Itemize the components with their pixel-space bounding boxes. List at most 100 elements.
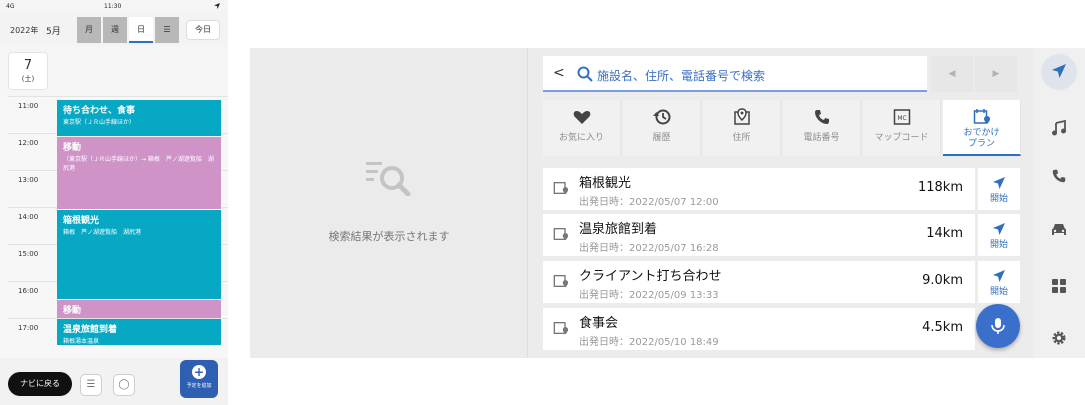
outing-plan-icon <box>553 182 569 195</box>
outing-plan-icon <box>553 322 569 335</box>
result-name: クライアント打ち合わせ <box>579 269 722 284</box>
start-route-button[interactable]: 開始 <box>978 261 1020 303</box>
apps-grid-icon <box>1052 279 1066 293</box>
view-list-button[interactable]: ☰ <box>155 17 179 43</box>
time-label: 15:00 <box>18 250 39 258</box>
phone-calendar-app: 4G 11:30 2022年 5月 月 週 日 ☰ 今日 7 (土) 11:00… <box>0 0 228 405</box>
mapcode-icon: MC <box>893 109 910 125</box>
selected-day[interactable]: 7 (土) <box>8 52 48 90</box>
start-route-button[interactable]: 開始 <box>978 168 1020 210</box>
tab-mapcode[interactable]: MC マップコード <box>863 100 941 156</box>
phone-icon <box>814 110 829 124</box>
address-pin-icon <box>733 108 750 125</box>
side-nav-apps[interactable] <box>1041 268 1077 304</box>
time-label: 11:00 <box>18 102 39 110</box>
music-note-icon <box>1052 119 1066 136</box>
day-number: 7 <box>23 58 33 73</box>
calendar-event[interactable]: 移動 <box>57 300 221 318</box>
view-week-button[interactable]: 週 <box>103 17 127 43</box>
settings-gear-icon <box>1052 331 1066 345</box>
status-time: 11:30 <box>104 3 122 10</box>
search-category-tabs: お気に入り 履歴 住所 電話番号 MC マップコード おでかけ プラン <box>543 100 1021 156</box>
search-bar[interactable]: < 施設名、住所、電話番号で検索 <box>543 56 927 92</box>
search-input[interactable]: 施設名、住所、電話番号で検索 <box>597 67 765 84</box>
tab-label: 住所 <box>732 133 751 143</box>
event-title: 待ち合わせ、食事 <box>63 106 136 116</box>
calendar-event[interactable]: 待ち合わせ、食事 東京駅（ＪＲ山手線ほか） <box>57 100 221 136</box>
tab-label: おでかけ プラン <box>963 128 1000 149</box>
event-location: 東京駅（ＪＲ山手線ほか） <box>63 119 136 126</box>
result-name: 箱根観光 <box>579 176 632 191</box>
location-icon <box>214 3 220 11</box>
calendar-event[interactable]: 温泉旅館到着 箱根湯本温泉 <box>57 319 221 345</box>
plan-result-row[interactable]: クライアント打ち合わせ 出発日時：2022/05/09 13:33 9.0km <box>543 261 975 303</box>
back-chevron-icon[interactable]: < <box>553 65 565 81</box>
result-departure: 出発日時：2022/05/09 13:33 <box>579 290 719 301</box>
calendar-event[interactable]: 移動 （東京駅（ＪＲ山手線ほか）→ 箱根 芦ノ湖遊覧船 湖尻港 <box>57 137 221 209</box>
side-nav-car[interactable] <box>1041 212 1077 248</box>
car-icon <box>1052 224 1066 235</box>
start-label: 開始 <box>989 240 1008 250</box>
calendar-month[interactable]: 5月 <box>46 24 61 37</box>
time-label: 14:00 <box>18 213 39 221</box>
add-event-button[interactable]: + 予定を追加 <box>180 360 218 398</box>
refresh-icon: ◯ <box>118 379 130 390</box>
start-route-button[interactable]: 開始 <box>978 214 1020 256</box>
menu-icon: ☰ <box>86 379 96 390</box>
side-nav-settings[interactable] <box>1041 320 1077 356</box>
search-icon <box>577 66 593 82</box>
list-menu-button[interactable]: ☰ <box>80 374 102 396</box>
calendar-header: 2022年 5月 月 週 日 ☰ 今日 <box>0 13 228 45</box>
calendar-year: 2022年 <box>10 26 39 35</box>
phone-bottom-bar: ナビに戻る ☰ ◯ + 予定を追加 <box>0 358 228 405</box>
tab-favorites[interactable]: お気に入り <box>543 100 621 156</box>
side-nav-phone[interactable] <box>1041 158 1077 194</box>
result-departure: 出発日時：2022/05/10 18:49 <box>579 337 719 348</box>
view-day-button[interactable]: 日 <box>129 17 153 43</box>
navigation-arrow-icon <box>1052 64 1066 78</box>
side-nav-music[interactable] <box>1041 110 1077 146</box>
tab-history[interactable]: 履歴 <box>623 100 701 156</box>
car-navigation-screen: 検索結果が表示されます < 施設名、住所、電話番号で検索 ◀ ▶ お気に入り 履… <box>250 48 1085 358</box>
next-page-button[interactable]: ▶ <box>975 56 1017 92</box>
event-location: 箱根 芦ノ湖遊覧船 湖尻港 <box>63 229 142 236</box>
history-icon <box>652 109 670 125</box>
outing-plan-icon <box>553 275 569 288</box>
time-label: 13:00 <box>18 176 39 184</box>
tab-phone-number[interactable]: 電話番号 <box>783 100 861 156</box>
result-distance: 4.5km <box>922 320 963 335</box>
event-location: 箱根湯本温泉 <box>63 338 100 345</box>
tab-label: お気に入り <box>558 133 604 143</box>
calendar-event[interactable]: 箱根観光 箱根 芦ノ湖遊覧船 湖尻港 <box>57 210 221 299</box>
voice-search-button[interactable] <box>976 304 1020 348</box>
sync-button[interactable]: ◯ <box>113 374 135 396</box>
event-title: 移動 <box>63 143 82 153</box>
result-distance: 14km <box>926 226 963 241</box>
result-name: 食事会 <box>579 316 619 331</box>
search-results-placeholder-panel: 検索結果が表示されます <box>250 48 528 358</box>
microphone-icon <box>991 318 1005 334</box>
triangle-right-icon: ▶ <box>992 69 1000 79</box>
add-event-label: 予定を追加 <box>186 383 212 389</box>
heart-icon <box>573 111 590 124</box>
today-button[interactable]: 今日 <box>186 20 220 40</box>
plan-result-row[interactable]: 温泉旅館到着 出発日時：2022/05/07 16:28 14km <box>543 214 975 256</box>
side-nav-navigation[interactable] <box>1041 54 1077 90</box>
navigation-arrow-icon <box>993 270 1005 282</box>
day-timeline[interactable]: 11:00 12:00 13:00 14:00 15:00 16:00 17:0… <box>0 96 228 358</box>
time-label: 17:00 <box>18 324 39 332</box>
time-label: 12:00 <box>18 139 39 147</box>
prev-page-button[interactable]: ◀ <box>931 56 973 92</box>
result-distance: 118km <box>917 180 963 195</box>
plan-result-row[interactable]: 食事会 出発日時：2022/05/10 18:49 4.5km <box>543 308 975 350</box>
status-bar: 4G 11:30 <box>0 0 228 13</box>
tab-address[interactable]: 住所 <box>703 100 781 156</box>
result-departure: 出発日時：2022/05/07 16:28 <box>579 243 719 254</box>
navigation-arrow-icon <box>993 177 1005 189</box>
tab-outing-plan[interactable]: おでかけ プラン <box>943 100 1021 156</box>
event-location: （東京駅（ＪＲ山手線ほか）→ 箱根 芦ノ湖遊覧船 湖尻港 <box>63 156 214 172</box>
search-list-icon <box>366 162 411 196</box>
plan-result-row[interactable]: 箱根観光 出発日時：2022/05/07 12:00 118km <box>543 168 975 210</box>
back-to-navi-button[interactable]: ナビに戻る <box>8 372 72 396</box>
view-month-button[interactable]: 月 <box>77 17 101 43</box>
